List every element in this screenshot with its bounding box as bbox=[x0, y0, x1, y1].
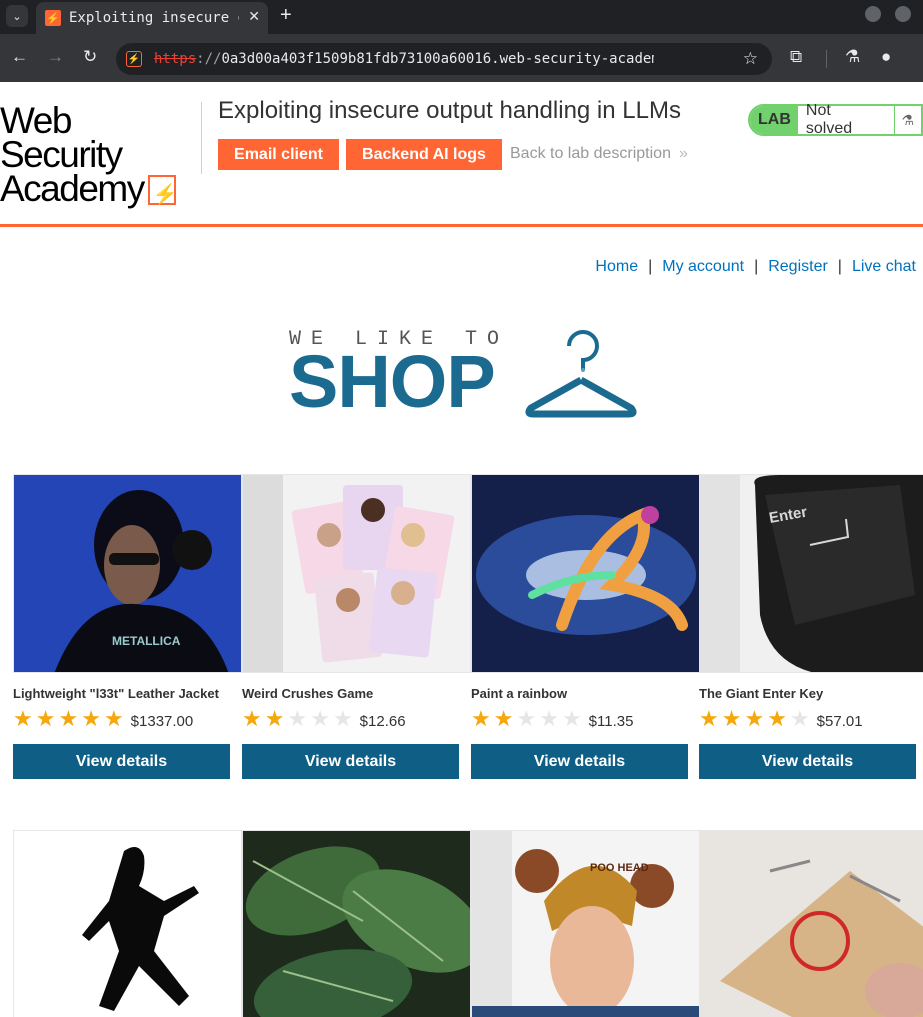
product-price: $12.66 bbox=[359, 712, 406, 730]
top-nav: Home | My account | Register | Live chat bbox=[595, 258, 916, 275]
view-details-button[interactable]: View details bbox=[13, 744, 230, 779]
star-icon: ★ bbox=[721, 706, 742, 731]
backend-ai-logs-button[interactable]: Backend AI logs bbox=[346, 139, 502, 170]
star-icon: ★ bbox=[58, 706, 79, 731]
tab-list-icon[interactable]: ⌄ bbox=[6, 5, 28, 27]
product-rating: ★ ★ ★ ★ ★ $57.01 bbox=[699, 708, 863, 730]
star-icon: ★ bbox=[103, 706, 124, 731]
product-name: Weird Crushes Game bbox=[242, 686, 374, 701]
chevron-right-icon: » bbox=[678, 145, 688, 162]
header-divider bbox=[201, 102, 202, 174]
product-name: The Giant Enter Key bbox=[699, 686, 824, 701]
hanger-icon bbox=[525, 330, 637, 418]
browser-toolbar: ← → ↻ ⚡ https://0a3d00a403f1509b81fdb731… bbox=[0, 34, 923, 82]
toolbar-divider bbox=[826, 50, 827, 68]
star-icon: ★ bbox=[493, 706, 514, 731]
view-details-button[interactable]: View details bbox=[699, 744, 916, 779]
nav-my-account[interactable]: My account bbox=[662, 258, 744, 275]
star-icon: ★ bbox=[332, 706, 353, 731]
logo-line-2: Academy bbox=[0, 168, 145, 209]
poo-head-label: POO HEAD bbox=[590, 862, 649, 874]
star-icon: ★ bbox=[516, 706, 537, 731]
forward-icon[interactable]: → bbox=[47, 47, 64, 67]
lab-status-text: Not solved bbox=[805, 102, 853, 137]
shop-banner: WE LIKE TO SHOP bbox=[289, 328, 641, 420]
nav-live-chat[interactable]: Live chat bbox=[852, 258, 916, 275]
view-details-button[interactable]: View details bbox=[242, 744, 459, 779]
back-to-lab-link[interactable]: Back to lab description» bbox=[510, 145, 688, 163]
lab-badge: LAB bbox=[750, 106, 798, 134]
tab-title: Exploiting insecure output handling in L… bbox=[69, 10, 239, 26]
plus-icon[interactable]: + bbox=[280, 4, 292, 27]
product-name: Paint a rainbow bbox=[471, 686, 568, 701]
star-icon: ★ bbox=[699, 706, 719, 731]
product-image[interactable] bbox=[242, 474, 471, 673]
lightning-icon bbox=[147, 175, 176, 212]
product-rating: ★ ★ ★ ★ ★ $1337.00 bbox=[13, 708, 193, 730]
browser-tab-bar: ⌄ ⚡ Exploiting insecure output handling … bbox=[0, 0, 923, 34]
svg-text:METALLICA: METALLICA bbox=[112, 634, 181, 648]
product-name: Lightweight "l33t" Leather Jacket bbox=[13, 686, 219, 701]
maximize-icon[interactable] bbox=[895, 6, 911, 22]
flask-icon: ⚗ bbox=[893, 104, 921, 136]
star-icon: ★ bbox=[744, 706, 765, 731]
star-icon: ★ bbox=[561, 706, 582, 731]
minimize-icon[interactable] bbox=[865, 6, 881, 22]
product-price: $11.35 bbox=[588, 712, 634, 730]
url-text[interactable]: https://0a3d00a403f1509b81fdb73100a60016… bbox=[154, 51, 654, 67]
product-price: $1337.00 bbox=[130, 712, 194, 730]
product-image[interactable]: Enter bbox=[699, 474, 923, 673]
extensions-icon[interactable]: ⧉ bbox=[790, 47, 802, 67]
product-price: $57.01 bbox=[816, 712, 863, 730]
star-icon: ★ bbox=[767, 706, 787, 731]
star-icon: ★ bbox=[287, 706, 308, 731]
star-icon: ★ bbox=[471, 706, 491, 731]
product-image[interactable]: METALLICA bbox=[13, 474, 242, 673]
email-client-button[interactable]: Email client bbox=[218, 139, 339, 170]
nav-register[interactable]: Register bbox=[768, 258, 828, 275]
site-info-icon[interactable]: ⚡ bbox=[126, 51, 142, 67]
star-icon: ★ bbox=[310, 706, 330, 731]
lab-title: Exploiting insecure output handling in L… bbox=[218, 97, 681, 124]
star-icon: ★ bbox=[789, 706, 810, 731]
back-icon[interactable]: ← bbox=[11, 47, 28, 67]
product-rating: ★ ★ ★ ★ ★ $12.66 bbox=[242, 708, 406, 730]
product-image[interactable] bbox=[699, 830, 923, 1017]
product-image[interactable] bbox=[13, 830, 242, 1017]
product-image[interactable] bbox=[471, 474, 700, 673]
academy-logo[interactable]: Web Security Academy bbox=[0, 100, 200, 212]
labs-icon[interactable]: ⚗ bbox=[845, 47, 860, 67]
star-icon: ★ bbox=[242, 706, 262, 731]
star-icon: ★ bbox=[81, 706, 101, 731]
site-favicon-icon: ⚡ bbox=[45, 10, 61, 26]
browser-tab[interactable]: ⚡ Exploiting insecure output handling in… bbox=[36, 2, 268, 34]
star-icon: ★ bbox=[13, 706, 33, 731]
star-icon: ★ bbox=[264, 706, 285, 731]
view-details-button[interactable]: View details bbox=[471, 744, 688, 779]
reload-icon[interactable]: ↻ bbox=[83, 47, 97, 67]
product-image[interactable]: POO HEAD bbox=[471, 830, 700, 1017]
star-icon: ★ bbox=[539, 706, 559, 731]
star-icon: ★ bbox=[35, 706, 56, 731]
close-icon[interactable]: ✕ bbox=[248, 8, 260, 25]
header-rule bbox=[0, 224, 923, 227]
bookmark-star-icon[interactable]: ☆ bbox=[743, 49, 758, 69]
profile-icon[interactable]: ● bbox=[881, 47, 891, 67]
product-image[interactable] bbox=[242, 830, 471, 1017]
product-rating: ★ ★ ★ ★ ★ $11.35 bbox=[471, 708, 633, 730]
page-content: Web Security Academy Exploiting insecure… bbox=[0, 82, 923, 1017]
address-bar[interactable]: ⚡ https://0a3d00a403f1509b81fdb73100a600… bbox=[116, 43, 772, 75]
nav-home[interactable]: Home bbox=[595, 258, 638, 275]
lab-status-widget: LAB Not solved ⚗ bbox=[748, 102, 923, 137]
logo-line-1: Web Security bbox=[0, 100, 123, 175]
